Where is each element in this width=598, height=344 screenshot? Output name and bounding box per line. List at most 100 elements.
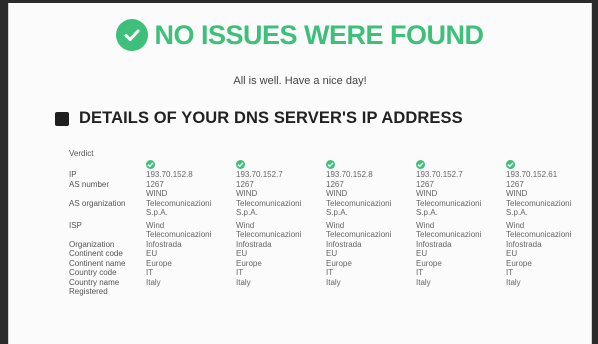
label-continent-code: Continent code (69, 249, 123, 258)
row-as-org-1: WIND WIND WIND WIND WIND (69, 189, 591, 199)
country-name-value: Italy (416, 277, 431, 287)
label-organization: Organization (69, 239, 115, 249)
results-panel: NO ISSUES WERE FOUND All is well. Have a… (8, 3, 592, 344)
as-org-value: S.p.A. (506, 208, 528, 217)
continent-code-value: EU (506, 249, 518, 258)
result-subtitle: All is well. Have a nice day! (233, 75, 367, 87)
organization-value: Infostrada (326, 239, 362, 249)
isp-value: Wind (506, 220, 525, 230)
row-verdict: Verdict (69, 149, 591, 159)
row-organization: Organization Infostrada Infostrada Infos… (69, 239, 591, 250)
continent-name-value: Europe (146, 258, 172, 268)
as-org-value: Telecomunicazioni (506, 198, 572, 208)
row-isp-1: ISP Wind Wind Wind Wind Wind (69, 220, 591, 231)
organization-value: Infostrada (146, 239, 182, 249)
isp-value: Telecomunicazioni (326, 230, 392, 239)
as-org-value: Telecomunicazioni (416, 198, 482, 208)
row-verdict-icons (69, 159, 591, 171)
label-ip: IP (69, 170, 77, 179)
square-icon (55, 111, 69, 126)
label-as-org: AS organization (69, 198, 126, 208)
label-continent-name: Continent name (69, 258, 126, 268)
as-org-value: Telecomunicazioni (146, 198, 212, 208)
country-name-value: Italy (326, 277, 341, 287)
country-name-value: Italy (146, 277, 161, 287)
isp-value: Wind (326, 220, 345, 230)
isp-value: Telecomunicazioni (506, 230, 572, 239)
organization-value: Infostrada (506, 239, 542, 249)
organization-value: Infostrada (416, 239, 452, 249)
as-number-value: 1267 (416, 179, 434, 189)
organization-value: Infostrada (236, 239, 272, 249)
country-code-value: IT (236, 268, 244, 277)
check-icon (146, 159, 155, 169)
row-continent-code: Continent code EU EU EU EU EU (69, 249, 591, 259)
continent-code-value: EU (326, 249, 338, 258)
row-as-org-2: AS organization Telecomunicazioni Teleco… (69, 198, 591, 209)
row-registered: Registered (69, 287, 591, 297)
as-org-value: S.p.A. (326, 208, 348, 217)
continent-name-value: Europe (236, 258, 262, 268)
isp-value: Telecomunicazioni (236, 230, 302, 239)
isp-value: Wind (236, 220, 255, 230)
continent-name-value: Europe (506, 258, 532, 268)
row-continent-name: Continent name Europe Europe Europe Euro… (69, 258, 591, 269)
country-code-value: IT (416, 268, 424, 277)
as-number-value: 1267 (326, 179, 344, 189)
isp-value: Telecomunicazioni (416, 230, 482, 239)
check-icon (326, 159, 335, 169)
continent-name-value: Europe (326, 258, 352, 268)
continent-code-value: EU (416, 249, 428, 258)
as-org-value: WIND (146, 189, 168, 198)
as-number-value: 1267 (506, 179, 524, 189)
check-icon (236, 159, 245, 169)
as-org-value: WIND (506, 189, 528, 198)
label-as-number: AS number (69, 179, 110, 189)
country-name-value: Italy (236, 277, 251, 287)
result-banner: NO ISSUES WERE FOUND (9, 19, 591, 51)
as-org-value: S.p.A. (146, 208, 168, 217)
section-header: DETAILS OF YOUR DNS SERVER'S IP ADDRESS (55, 109, 463, 128)
isp-value: Telecomunicazioni (146, 230, 212, 239)
dns-details-table: Verdict IP 193.70.152.8 193.70.152.7 193… (69, 149, 591, 297)
continent-name-value: Europe (416, 258, 442, 268)
ip-value: 193.70.152.61 (506, 170, 558, 179)
check-circle-icon (116, 19, 149, 51)
as-number-value: 1267 (146, 179, 164, 189)
as-org-value: WIND (236, 189, 258, 198)
continent-code-value: EU (146, 249, 158, 258)
ip-value: 193.70.152.8 (146, 170, 193, 179)
as-org-value: Telecomunicazioni (236, 198, 302, 208)
check-icon (416, 159, 425, 169)
country-code-value: IT (326, 268, 334, 277)
ip-value: 193.70.152.8 (326, 170, 373, 179)
label-country-name: Country name (69, 277, 120, 287)
as-org-value: Telecomunicazioni (326, 198, 392, 208)
ip-value: 193.70.152.7 (416, 170, 463, 179)
row-ip: IP 193.70.152.8 193.70.152.7 193.70.152.… (69, 170, 591, 180)
row-country-name: Country name Italy Italy Italy Italy Ita… (69, 277, 591, 288)
as-org-value: S.p.A. (236, 208, 258, 217)
country-name-value: Italy (506, 277, 521, 287)
isp-value: Wind (146, 220, 165, 230)
check-icon (506, 159, 515, 169)
label-registered: Registered (69, 287, 108, 296)
continent-code-value: EU (236, 249, 248, 258)
result-title: NO ISSUES WERE FOUND (154, 19, 484, 50)
ip-value: 193.70.152.7 (236, 170, 283, 179)
isp-value: Wind (416, 220, 435, 230)
as-org-value: WIND (416, 189, 438, 198)
country-code-value: IT (146, 268, 154, 277)
row-as-org-3: S.p.A. S.p.A. S.p.A. S.p.A. S.p.A. (69, 208, 591, 218)
label-country-code: Country code (69, 268, 117, 277)
label-isp: ISP (69, 220, 82, 230)
as-org-value: S.p.A. (416, 208, 438, 217)
label-verdict: Verdict (69, 149, 94, 158)
as-number-value: 1267 (236, 179, 254, 189)
row-isp-2: Telecomunicazioni Telecomunicazioni Tele… (69, 230, 591, 240)
row-as-number: AS number 1267 1267 1267 1267 1267 (69, 179, 591, 190)
country-code-value: IT (506, 268, 514, 277)
as-org-value: WIND (326, 189, 348, 198)
row-country-code: Country code IT IT IT IT IT (69, 268, 591, 278)
section-title: DETAILS OF YOUR DNS SERVER'S IP ADDRESS (79, 109, 463, 127)
